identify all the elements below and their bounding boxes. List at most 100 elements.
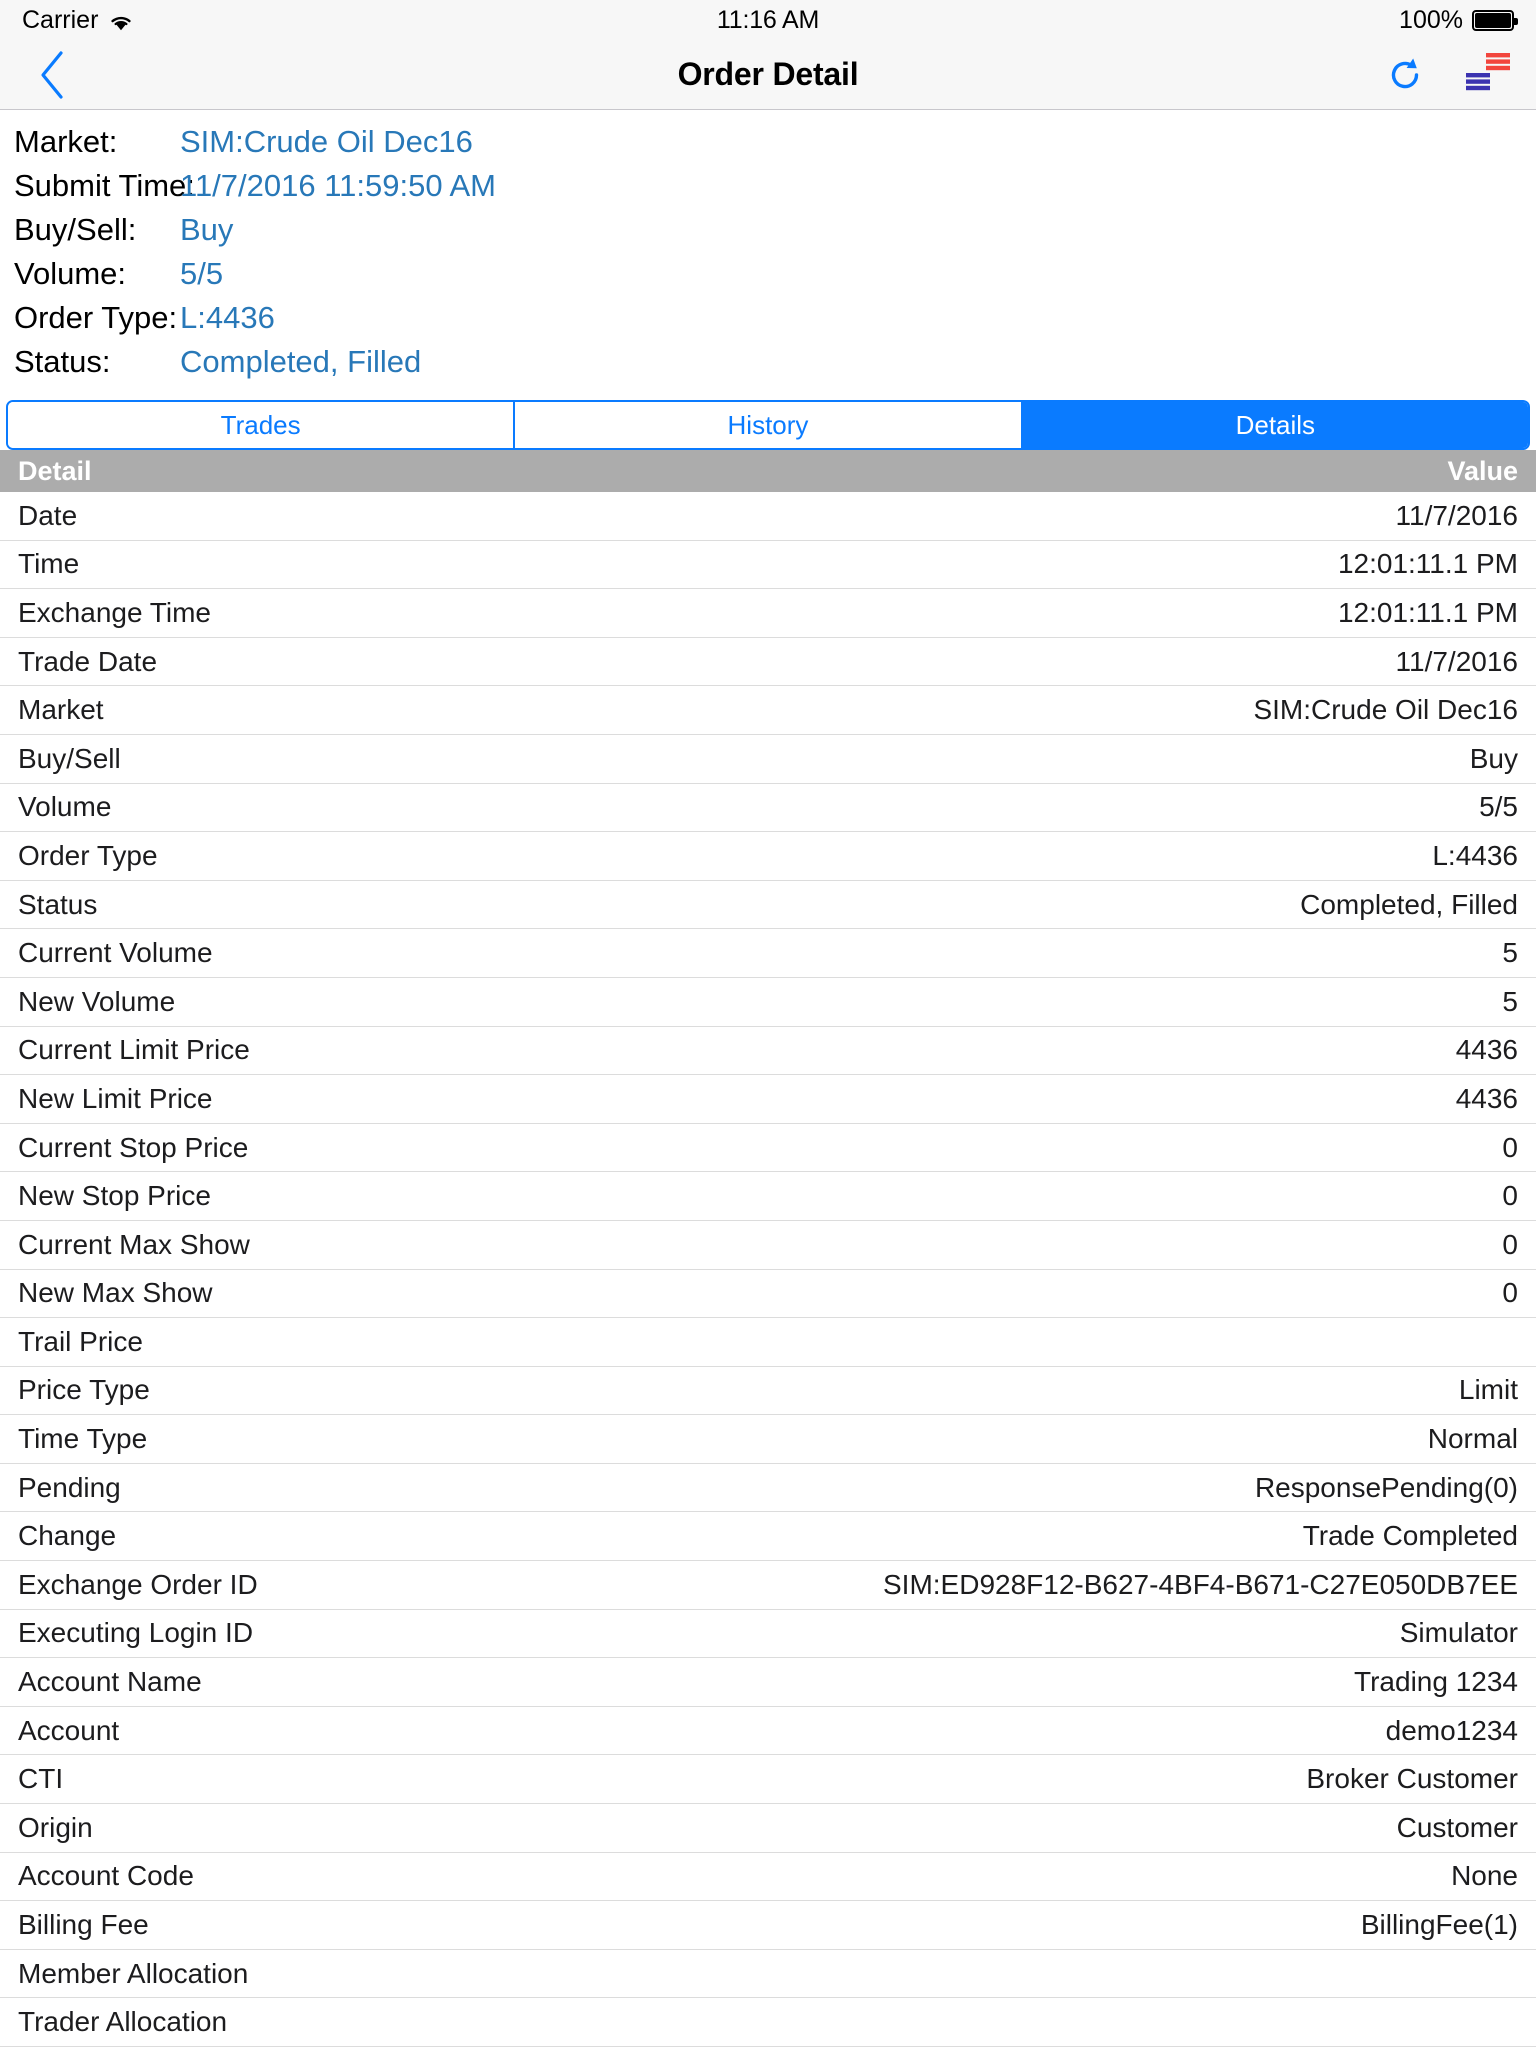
table-row[interactable]: Account demo1234 <box>0 1706 1536 1756</box>
status-bar-clock: 11:16 AM <box>716 5 820 34</box>
table-cell-detail: Time <box>18 548 80 580</box>
summary-value-volume: 5/5 <box>180 256 224 291</box>
back-button[interactable] <box>26 46 78 104</box>
table-row[interactable]: Current Max Show 0 <box>0 1220 1536 1270</box>
table-row[interactable]: Exchange Time 12:01:11.1 PM <box>0 589 1536 638</box>
table-row[interactable]: Time Type Normal <box>0 1415 1536 1464</box>
table-cell-value: Completed, Filled <box>1300 888 1518 920</box>
table-row[interactable]: Executing Login ID Simulator <box>0 1609 1536 1659</box>
table-cell-value: BillingFee(1) <box>1360 1909 1518 1941</box>
table-row[interactable]: Pending ResponsePending(0) <box>0 1463 1536 1513</box>
table-row[interactable]: Member Allocation <box>0 1949 1536 1999</box>
summary-row-market: Market: SIM:Crude Oil Dec16 <box>14 120 1536 164</box>
table-cell-detail: Trader Allocation <box>18 2006 228 2038</box>
table-cell-detail: Account <box>18 1714 120 1746</box>
table-row[interactable]: Price Type Limit <box>0 1366 1536 1416</box>
refresh-button[interactable] <box>1382 52 1428 98</box>
table-cell-detail: New Max Show <box>18 1277 213 1309</box>
table-row[interactable]: Trader Allocation <box>0 1998 1536 2047</box>
table-header-row: Detail Value <box>0 450 1536 492</box>
column-header-value: Value <box>1447 455 1518 486</box>
table-cell-value: 5 <box>1502 985 1518 1017</box>
table-cell-value: 12:01:11.1 PM <box>1337 596 1518 628</box>
summary-value-buy-sell: Buy <box>180 212 234 247</box>
table-row[interactable]: Account Code None <box>0 1852 1536 1902</box>
table-row[interactable]: Order Type L:4436 <box>0 832 1536 881</box>
table-row[interactable]: Time 12:01:11.1 PM <box>0 540 1536 590</box>
table-cell-value: Trade Completed <box>1302 1520 1518 1552</box>
table-row[interactable]: Buy/Sell Buy <box>0 734 1536 784</box>
table-cell-detail: New Stop Price <box>18 1180 211 1212</box>
table-row[interactable]: Status Completed, Filled <box>0 880 1536 930</box>
table-cell-detail: New Limit Price <box>18 1082 213 1114</box>
table-row[interactable]: Billing Fee BillingFee(1) <box>0 1901 1536 1950</box>
table-cell-detail: Trade Date <box>18 645 158 677</box>
table-row[interactable]: Trade Date 11/7/2016 <box>0 637 1536 687</box>
table-cell-detail: Order Type <box>18 839 158 871</box>
depth-of-market-icon <box>1466 52 1510 90</box>
table-cell-value: demo1234 <box>1385 1714 1518 1746</box>
summary-value-status: Completed, Filled <box>180 344 422 379</box>
table-row[interactable]: Account Name Trading 1234 <box>0 1658 1536 1707</box>
summary-value-order-type: L:4436 <box>180 300 275 335</box>
summary-value-market: SIM:Crude Oil Dec16 <box>180 124 473 159</box>
table-cell-value: Customer <box>1396 1811 1518 1843</box>
order-summary: Market: SIM:Crude Oil Dec16 Submit Time:… <box>0 110 1536 390</box>
table-cell-detail: Account Name <box>18 1666 202 1698</box>
table-row[interactable]: Current Stop Price 0 <box>0 1123 1536 1173</box>
table-cell-value: 0 <box>1502 1228 1518 1260</box>
order-detail-screen: Carrier 11:16 AM 100% Order Detail Marke… <box>0 0 1536 2048</box>
table-row[interactable]: Current Volume 5 <box>0 929 1536 978</box>
summary-label-submit-time: Submit Time: <box>14 168 195 203</box>
table-cell-detail: Trail Price <box>18 1325 143 1357</box>
table-cell-value: 0 <box>1502 1131 1518 1163</box>
table-cell-value: SIM:ED928F12-B627-4BF4-B671-C27E050DB7EE <box>882 1568 1518 1600</box>
table-row[interactable]: Current Limit Price 4436 <box>0 1026 1536 1076</box>
table-row[interactable]: New Stop Price 0 <box>0 1172 1536 1221</box>
table-cell-detail: Executing Login ID <box>18 1617 254 1649</box>
table-row[interactable]: Origin Customer <box>0 1804 1536 1853</box>
table-cell-value: 11/7/2016 <box>1395 645 1519 677</box>
table-row[interactable]: CTI Broker Customer <box>0 1755 1536 1805</box>
tab-details[interactable]: Details <box>1022 402 1528 448</box>
table-row[interactable]: Date 11/7/2016 <box>0 492 1536 541</box>
table-cell-detail: CTI <box>18 1763 64 1795</box>
navigation-actions <box>1382 51 1510 99</box>
tab-history[interactable]: History <box>515 402 1023 448</box>
table-row[interactable]: Change Trade Completed <box>0 1512 1536 1562</box>
table-cell-value: 0 <box>1502 1180 1518 1212</box>
page-title: Order Detail <box>677 56 859 92</box>
summary-label-status: Status: <box>14 344 111 379</box>
table-row[interactable]: New Limit Price 4436 <box>0 1075 1536 1124</box>
tab-trades[interactable]: Trades <box>8 402 516 448</box>
table-cell-detail: Time Type <box>18 1423 148 1455</box>
detail-table: Date 11/7/2016 Time 12:01:11.1 PM Exchange T… <box>0 492 1536 2048</box>
table-cell-detail: Volume <box>18 791 112 823</box>
table-row[interactable]: New Volume 5 <box>0 977 1536 1027</box>
table-cell-value: 4436 <box>1455 1082 1518 1114</box>
table-row[interactable]: New Max Show 0 <box>0 1269 1536 1319</box>
depth-of-market-button[interactable] <box>1466 51 1510 99</box>
table-row[interactable]: Exchange Order ID SIM:ED928F12-B627-4BF4-… <box>0 1561 1536 1610</box>
table-cell-value: Broker Customer <box>1306 1763 1518 1795</box>
table-cell-detail: Pending <box>18 1471 121 1503</box>
table-cell-value: Limit <box>1458 1374 1518 1406</box>
summary-label-market: Market: <box>14 124 118 159</box>
table-cell-detail: Billing Fee <box>18 1909 149 1941</box>
table-cell-detail: Exchange Time <box>18 596 211 628</box>
table-cell-detail: Buy/Sell <box>18 742 121 774</box>
table-row[interactable]: Volume 5/5 <box>0 783 1536 833</box>
tab-segmented-control: Trades History Details <box>6 400 1530 450</box>
table-row[interactable]: Trail Price <box>0 1318 1536 1367</box>
summary-row-order-type: Order Type: L:4436 <box>14 296 1536 340</box>
table-cell-value: 12:01:11.1 PM <box>1337 548 1518 580</box>
summary-label-volume: Volume: <box>14 256 127 291</box>
column-header-detail: Detail <box>18 455 92 486</box>
table-cell-detail: Origin <box>18 1811 93 1843</box>
table-cell-detail: Price Type <box>18 1374 150 1406</box>
table-row[interactable]: Market SIM:Crude Oil Dec16 <box>0 686 1536 735</box>
table-cell-detail: Date <box>18 499 78 531</box>
table-cell-detail: Exchange Order ID <box>18 1568 258 1600</box>
table-cell-value: None <box>1451 1860 1518 1892</box>
table-cell-detail: Account Code <box>18 1860 194 1892</box>
